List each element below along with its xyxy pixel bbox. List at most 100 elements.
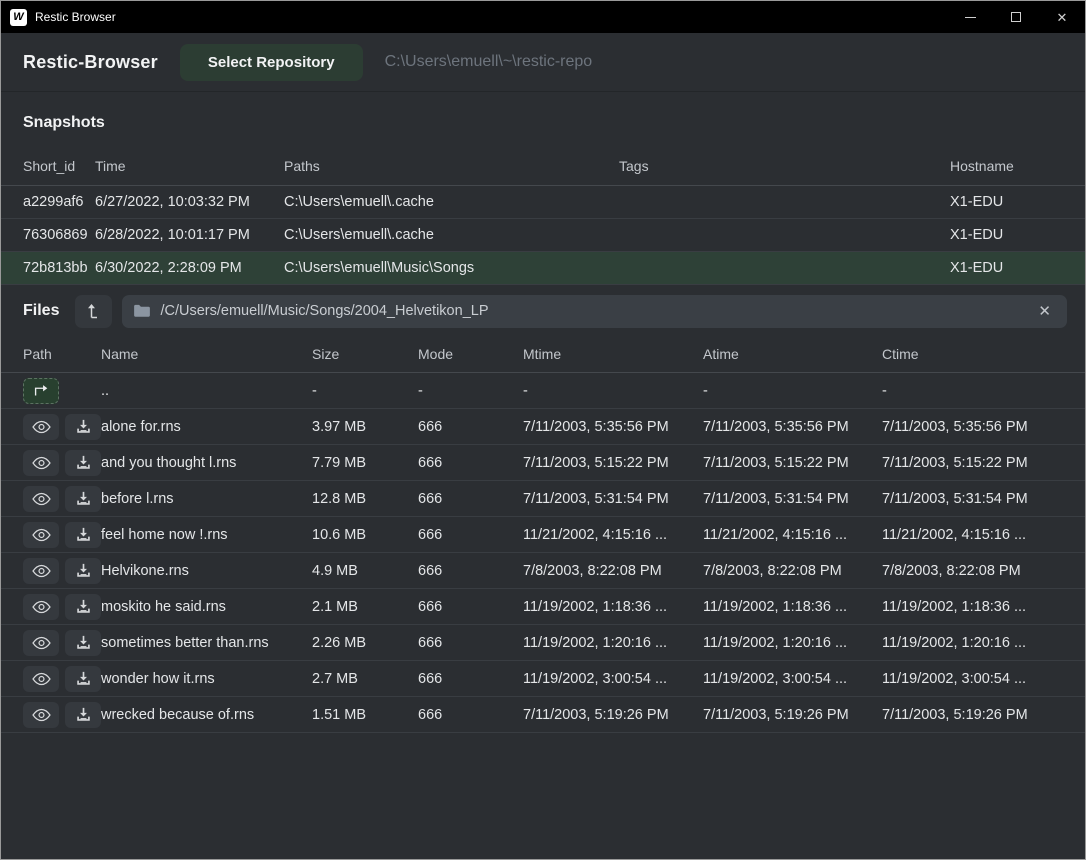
- file-atime: 11/21/2002, 4:15:16 ...: [703, 517, 882, 553]
- download-file-button[interactable]: [65, 522, 101, 548]
- eye-icon: [32, 708, 51, 722]
- download-file-button[interactable]: [65, 450, 101, 476]
- file-mtime: 11/21/2002, 4:15:16 ...: [523, 517, 703, 553]
- close-icon: ✕: [1057, 11, 1068, 24]
- window-controls: ✕: [947, 1, 1085, 33]
- app-title: Restic-Browser: [23, 52, 158, 73]
- file-mtime: 11/19/2002, 1:20:16 ...: [523, 625, 703, 661]
- snapshot-short-id: 72b813bb: [1, 251, 95, 284]
- file-actions-cell: [1, 445, 101, 481]
- snapshot-short-id: 76306869: [1, 218, 95, 251]
- file-path-input[interactable]: /C/Users/emuell/Music/Songs/2004_Helveti…: [122, 295, 1067, 328]
- snapshot-paths: C:\Users\emuell\Music\Songs: [284, 251, 619, 284]
- snapshot-row[interactable]: a2299af66/27/2022, 10:03:32 PMC:\Users\e…: [1, 185, 1085, 218]
- file-name: sometimes better than.rns: [101, 625, 312, 661]
- view-file-button[interactable]: [23, 522, 59, 548]
- app-window: W Restic Browser ✕ Restic-Browser Select…: [0, 0, 1086, 860]
- file-mode: 666: [418, 481, 523, 517]
- file-ctime: 11/19/2002, 3:00:54 ...: [882, 661, 1085, 697]
- file-ctime: 7/11/2003, 5:15:22 PM: [882, 445, 1085, 481]
- files-table: PathNameSizeModeMtimeAtimeCtime ..-----a…: [1, 336, 1085, 734]
- file-name: feel home now !.rns: [101, 517, 312, 553]
- eye-icon: [32, 564, 51, 578]
- download-file-button[interactable]: [65, 594, 101, 620]
- eye-icon: [32, 492, 51, 506]
- file-name: wonder how it.rns: [101, 661, 312, 697]
- file-atime: 7/8/2003, 8:22:08 PM: [703, 553, 882, 589]
- download-file-button[interactable]: [65, 486, 101, 512]
- download-icon: [76, 419, 91, 434]
- file-row: wonder how it.rns2.7 MB66611/19/2002, 3:…: [1, 661, 1085, 697]
- download-file-button[interactable]: [65, 630, 101, 656]
- select-repository-button[interactable]: Select Repository: [180, 44, 363, 81]
- file-atime: 11/19/2002, 1:18:36 ...: [703, 589, 882, 625]
- maximize-button[interactable]: [993, 1, 1039, 33]
- download-file-button[interactable]: [65, 558, 101, 584]
- file-atime: 7/11/2003, 5:31:54 PM: [703, 481, 882, 517]
- go-parent-directory-button[interactable]: [23, 378, 59, 404]
- clear-path-button[interactable]: ✕: [1032, 302, 1057, 321]
- snapshot-tags: [619, 218, 950, 251]
- snapshot-paths: C:\Users\emuell\.cache: [284, 185, 619, 218]
- parent-directory-row: ..-----: [1, 373, 1085, 409]
- snapshot-time: 6/27/2022, 10:03:32 PM: [95, 185, 284, 218]
- snapshot-row[interactable]: 72b813bb6/30/2022, 2:28:09 PMC:\Users\em…: [1, 251, 1085, 284]
- download-file-button[interactable]: [65, 414, 101, 440]
- file-ctime: -: [882, 373, 1085, 409]
- files-column-size: Size: [312, 336, 418, 373]
- file-row: wrecked because of.rns1.51 MB6667/11/200…: [1, 697, 1085, 733]
- file-ctime: 7/11/2003, 5:31:54 PM: [882, 481, 1085, 517]
- view-file-button[interactable]: [23, 558, 59, 584]
- file-name: wrecked because of.rns: [101, 697, 312, 733]
- file-mode: 666: [418, 661, 523, 697]
- file-ctime: 7/11/2003, 5:35:56 PM: [882, 409, 1085, 445]
- snapshots-header-row: Short_idTimePathsTagsHostname: [1, 148, 1085, 185]
- files-column-mtime: Mtime: [523, 336, 703, 373]
- up-directory-button[interactable]: [75, 295, 112, 328]
- view-file-button[interactable]: [23, 414, 59, 440]
- maximize-icon: [1011, 12, 1021, 22]
- file-mode: -: [418, 373, 523, 409]
- file-mode: 666: [418, 625, 523, 661]
- file-actions-cell: [1, 625, 101, 661]
- file-actions-cell: [1, 481, 101, 517]
- download-icon: [76, 599, 91, 614]
- minimize-button[interactable]: [947, 1, 993, 33]
- view-file-button[interactable]: [23, 594, 59, 620]
- files-column-atime: Atime: [703, 336, 882, 373]
- view-file-button[interactable]: [23, 666, 59, 692]
- snapshots-column-short-id: Short_id: [1, 148, 95, 185]
- snapshot-row[interactable]: 763068696/28/2022, 10:01:17 PMC:\Users\e…: [1, 218, 1085, 251]
- file-mtime: 11/19/2002, 3:00:54 ...: [523, 661, 703, 697]
- file-row: feel home now !.rns10.6 MB66611/21/2002,…: [1, 517, 1085, 553]
- file-name: and you thought l.rns: [101, 445, 312, 481]
- files-header-row: PathNameSizeModeMtimeAtimeCtime: [1, 336, 1085, 373]
- view-file-button[interactable]: [23, 702, 59, 728]
- snapshot-time: 6/28/2022, 10:01:17 PM: [95, 218, 284, 251]
- file-size: 12.8 MB: [312, 481, 418, 517]
- close-button[interactable]: ✕: [1039, 1, 1085, 33]
- file-mode: 666: [418, 589, 523, 625]
- file-row: moskito he said.rns2.1 MB66611/19/2002, …: [1, 589, 1085, 625]
- file-mtime: 11/19/2002, 1:18:36 ...: [523, 589, 703, 625]
- snapshot-paths: C:\Users\emuell\.cache: [284, 218, 619, 251]
- snapshots-section-title: Snapshots: [1, 92, 1085, 148]
- eye-icon: [32, 528, 51, 542]
- download-file-button[interactable]: [65, 666, 101, 692]
- file-row: alone for.rns3.97 MB6667/11/2003, 5:35:5…: [1, 409, 1085, 445]
- snapshot-time: 6/30/2022, 2:28:09 PM: [95, 251, 284, 284]
- view-file-button[interactable]: [23, 450, 59, 476]
- snapshots-column-tags: Tags: [619, 148, 950, 185]
- files-section-title: Files: [23, 302, 59, 320]
- download-icon: [76, 635, 91, 650]
- view-file-button[interactable]: [23, 630, 59, 656]
- file-size: 4.9 MB: [312, 553, 418, 589]
- file-mode: 666: [418, 697, 523, 733]
- file-atime: -: [703, 373, 882, 409]
- file-actions-cell: [1, 661, 101, 697]
- app-header: Restic-Browser Select Repository C:\User…: [1, 33, 1085, 92]
- download-file-button[interactable]: [65, 702, 101, 728]
- download-icon: [76, 527, 91, 542]
- view-file-button[interactable]: [23, 486, 59, 512]
- file-size: 2.1 MB: [312, 589, 418, 625]
